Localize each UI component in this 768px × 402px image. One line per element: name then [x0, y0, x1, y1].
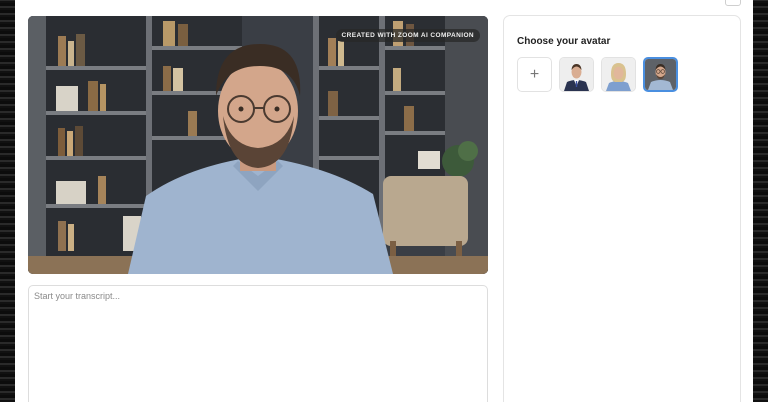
transcript-input[interactable] [29, 286, 487, 402]
avatar-panel: Choose your avatar + [503, 15, 741, 402]
add-avatar-button[interactable]: + [517, 57, 552, 92]
avatar-video-preview: CREATED WITH ZOOM AI COMPANION [28, 16, 488, 274]
frame-edge-left [0, 0, 15, 402]
frame-edge-right [753, 0, 768, 402]
avatar-woman-blonde-image [602, 58, 635, 91]
avatar-man-suit[interactable] [559, 57, 594, 92]
plus-icon: + [529, 65, 540, 83]
avatar-panel-title: Choose your avatar [517, 36, 611, 47]
avatar-man-glasses[interactable] [643, 57, 678, 92]
video-scene-image [28, 16, 488, 274]
transcript-box [28, 285, 488, 402]
created-with-badge: CREATED WITH ZOOM AI COMPANION [335, 29, 480, 42]
avatar-man-glasses-image [645, 59, 676, 90]
avatar-list: + [517, 57, 678, 92]
app-screen: CREATED WITH ZOOM AI COMPANION Choose yo… [15, 0, 753, 402]
avatar-woman-blonde[interactable] [601, 57, 636, 92]
top-corner-button[interactable] [725, 0, 741, 6]
avatar-man-suit-image [560, 58, 593, 91]
